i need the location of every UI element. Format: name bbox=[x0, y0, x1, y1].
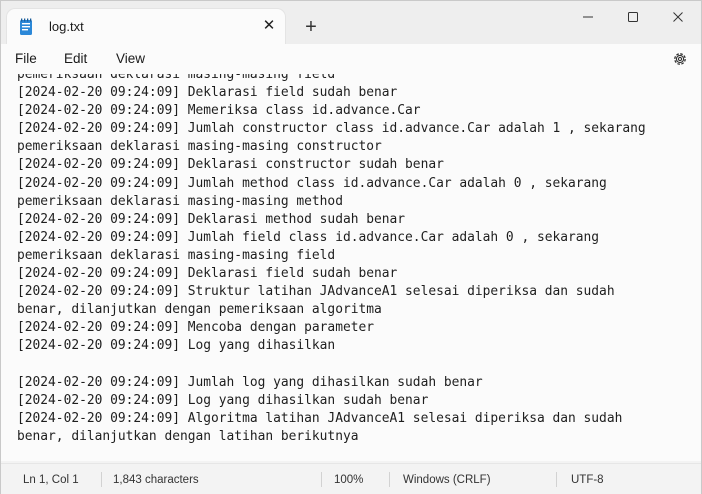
menu-edit[interactable]: Edit bbox=[64, 51, 87, 66]
text-line: [2024-02-20 09:24:09] Mencoba dengan par… bbox=[17, 320, 374, 336]
status-bar: Ln 1, Col 1 1,843 characters 100% Window… bbox=[1, 463, 701, 494]
text-line: [2024-02-20 09:24:09] Deklarasi field su… bbox=[17, 85, 398, 101]
cursor-position: Ln 1, Col 1 bbox=[23, 474, 79, 486]
zoom-level[interactable]: 100% bbox=[334, 474, 363, 486]
text-line: pemeriksaan deklarasi masing-masing meth… bbox=[17, 193, 343, 209]
text-line: [2024-02-20 09:24:09] Jumlah log yang di… bbox=[17, 374, 483, 390]
text-line: [2024-02-20 09:24:09] Algoritma latihan … bbox=[17, 410, 623, 426]
text-line: [2024-02-20 09:24:09] Jumlah constructor… bbox=[17, 121, 646, 137]
editor-text: pemeriksaan deklarasi masing-masing fiel… bbox=[17, 74, 646, 446]
menu-bar: File Edit View bbox=[1, 44, 701, 74]
text-line: [2024-02-20 09:24:09] Jumlah method clas… bbox=[17, 175, 607, 191]
menu-file[interactable]: File bbox=[15, 51, 37, 66]
minimize-icon bbox=[583, 16, 593, 18]
tab-title: log.txt bbox=[49, 19, 84, 34]
new-tab-button[interactable]: + bbox=[301, 17, 321, 38]
menu-view[interactable]: View bbox=[116, 51, 145, 66]
gear-icon[interactable] bbox=[671, 50, 689, 68]
encoding[interactable]: UTF-8 bbox=[571, 474, 604, 486]
line-ending[interactable]: Windows (CRLF) bbox=[403, 474, 491, 486]
notepad-icon bbox=[20, 18, 32, 35]
maximize-icon bbox=[628, 12, 638, 22]
status-divider bbox=[101, 472, 102, 487]
tab-close-icon[interactable]: ✕ bbox=[261, 18, 277, 34]
text-line: [2024-02-20 09:24:09] Deklarasi method s… bbox=[17, 211, 406, 227]
text-line bbox=[17, 356, 646, 374]
text-line: pemeriksaan deklarasi masing-masing cons… bbox=[17, 139, 382, 155]
text-line: pemeriksaan deklarasi masing-masing fiel… bbox=[17, 247, 336, 263]
maximize-button[interactable] bbox=[610, 1, 656, 33]
text-line: benar, dilanjutkan dengan latihan beriku… bbox=[17, 428, 359, 444]
text-line: [2024-02-20 09:24:09] Jumlah field class… bbox=[17, 229, 600, 245]
text-line: [2024-02-20 09:24:09] Deklarasi field su… bbox=[17, 266, 398, 282]
status-divider bbox=[321, 472, 322, 487]
status-divider bbox=[389, 472, 390, 487]
close-button[interactable] bbox=[655, 1, 701, 33]
tab-log-txt[interactable]: log.txt ✕ bbox=[7, 9, 285, 44]
close-icon bbox=[673, 12, 683, 22]
minimize-button[interactable] bbox=[565, 1, 611, 33]
text-line: pemeriksaan deklarasi masing-masing fiel… bbox=[17, 74, 336, 82]
text-line: benar, dilanjutkan dengan pemeriksaan al… bbox=[17, 302, 382, 318]
status-divider bbox=[556, 472, 557, 487]
title-bar: log.txt ✕ + bbox=[1, 1, 701, 44]
text-line: [2024-02-20 09:24:09] Struktur latihan J… bbox=[17, 284, 615, 300]
character-count: 1,843 characters bbox=[113, 474, 199, 486]
text-line: [2024-02-20 09:24:09] Deklarasi construc… bbox=[17, 157, 444, 173]
text-line: [2024-02-20 09:24:09] Log yang dihasilka… bbox=[17, 392, 429, 408]
text-editor[interactable]: pemeriksaan deklarasi masing-masing fiel… bbox=[1, 74, 701, 461]
text-line: [2024-02-20 09:24:09] Log yang dihasilka… bbox=[17, 338, 336, 354]
text-line: [2024-02-20 09:24:09] Memeriksa class id… bbox=[17, 103, 421, 119]
